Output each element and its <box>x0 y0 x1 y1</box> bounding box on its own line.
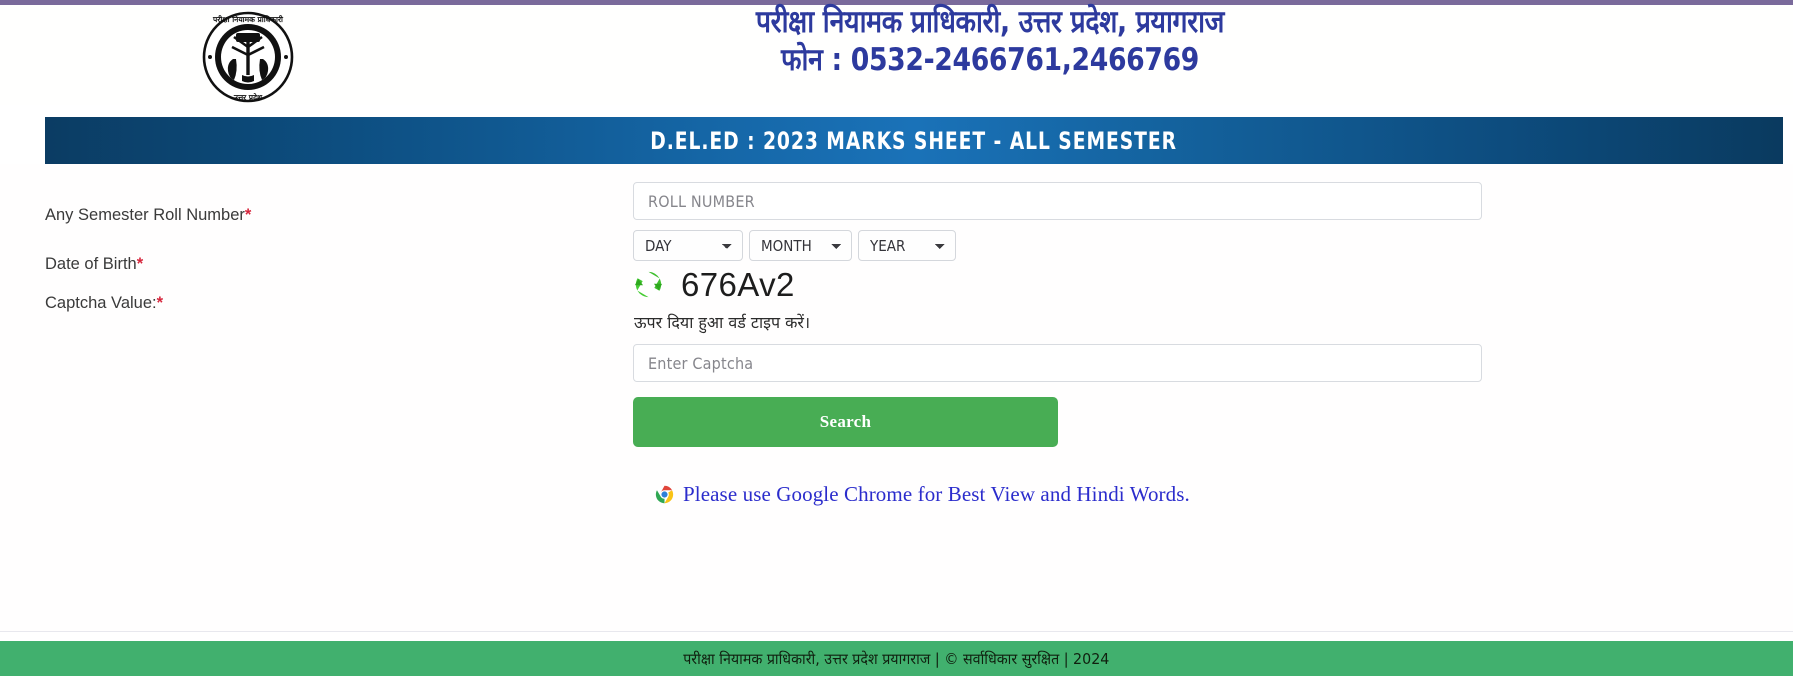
captcha-input[interactable] <box>633 344 1482 382</box>
dob-day-select[interactable]: DAY <box>633 230 743 261</box>
refresh-icon[interactable] <box>633 269 664 300</box>
date-of-birth-label: Date of Birth* <box>45 254 143 274</box>
date-of-birth-row: DAY MONTH YEAR <box>633 230 956 261</box>
svg-text:परीक्षा नियामक प्राधिकारी: परीक्षा नियामक प्राधिकारी <box>212 15 284 24</box>
captcha-display-row: 676Av2 <box>633 264 795 304</box>
captcha-hint-text: ऊपर दिया हुआ वर्ड टाइप करें। <box>634 313 811 332</box>
footer-copyright-text: परीक्षा नियामक प्राधिकारी, उत्तर प्रदेश … <box>683 649 1110 668</box>
roll-number-label-text: Any Semester Roll Number <box>45 206 245 224</box>
roll-number-input[interactable] <box>633 182 1482 220</box>
captcha-value-label: Captcha Value:* <box>45 293 163 313</box>
dob-month-select[interactable]: MONTH <box>749 230 852 261</box>
roll-number-label: Any Semester Roll Number* <box>45 205 251 225</box>
captcha-code: 676Av2 <box>681 265 795 303</box>
captcha-required-marker: * <box>156 294 164 312</box>
browser-notice-text: Please use Google Chrome for Best View a… <box>683 482 1190 506</box>
roll-number-required-marker: * <box>244 206 252 224</box>
form-card: Any Semester Roll Number* Date of Birth*… <box>0 164 1793 632</box>
authority-phone: फोन : 0532-2466761,2466769 <box>781 42 1199 78</box>
header-title-block: परीक्षा नियामक प्राधिकारी, उत्तर प्रदेश,… <box>420 3 1560 79</box>
chrome-icon <box>655 485 674 504</box>
page-banner: D.EL.ED : 2023 MARKS SHEET - ALL SEMESTE… <box>45 117 1783 164</box>
search-button[interactable]: Search <box>633 397 1058 447</box>
authority-name: परीक्षा नियामक प्राधिकारी, उत्तर प्रदेश,… <box>755 4 1225 40</box>
page-footer: परीक्षा नियामक प्राधिकारी, उत्तर प्रदेश … <box>0 641 1793 676</box>
page-header: परीक्षा नियामक प्राधिकारी उत्तर प्रदेश प… <box>0 3 1793 105</box>
dob-year-select[interactable]: YEAR <box>858 230 956 261</box>
date-of-birth-label-text: Date of Birth <box>45 255 137 273</box>
organization-logo: परीक्षा नियामक प्राधिकारी उत्तर प्रदेश <box>192 9 304 105</box>
banner-title: D.EL.ED : 2023 MARKS SHEET - ALL SEMESTE… <box>650 126 1178 155</box>
date-of-birth-required-marker: * <box>136 255 144 273</box>
captcha-value-label-text: Captcha Value: <box>45 294 157 312</box>
browser-notice: Please use Google Chrome for Best View a… <box>655 482 1190 507</box>
svg-text:उत्तर प्रदेश: उत्तर प्रदेश <box>233 93 263 102</box>
